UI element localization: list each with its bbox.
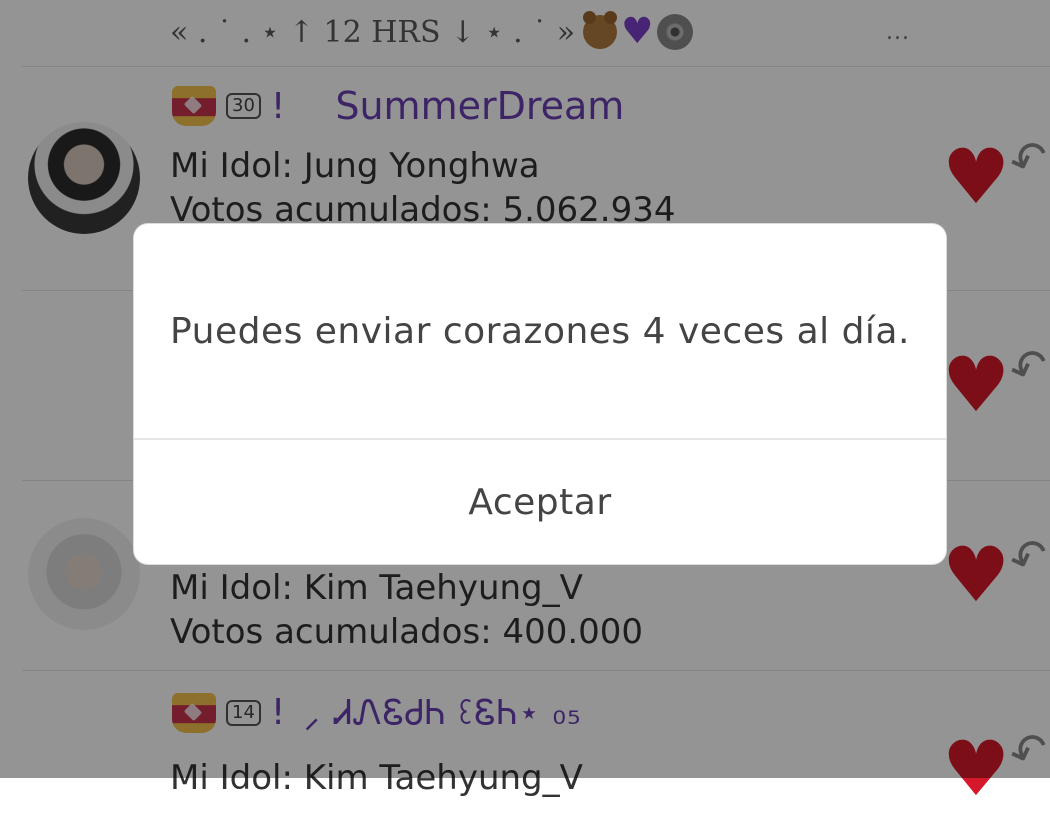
alert-dialog: Puedes enviar corazones 4 veces al día. … [134,224,946,564]
accept-button[interactable]: Aceptar [134,440,946,564]
dialog-message: Puedes enviar corazones 4 veces al día. [170,310,910,352]
